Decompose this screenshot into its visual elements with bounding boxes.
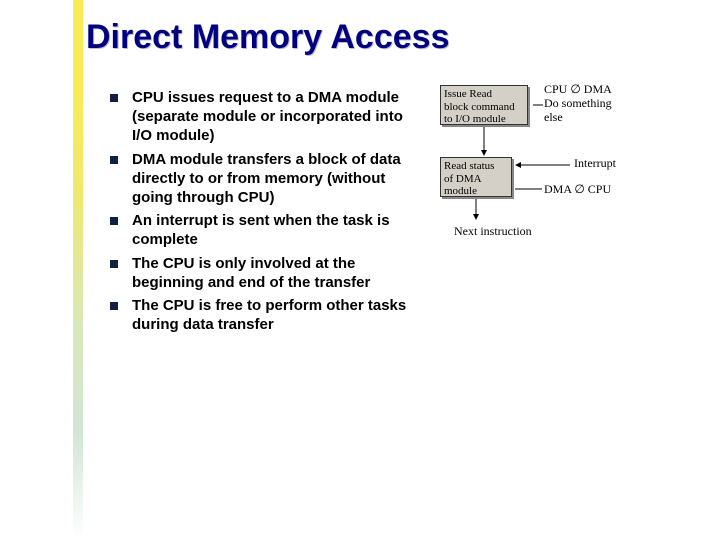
bullet-text: CPU issues request to a DMA module (sepa… — [132, 88, 410, 146]
bullet-list: CPU issues request to a DMA module (sepa… — [110, 88, 410, 338]
bullet-text: An interrupt is sent when the task is co… — [132, 211, 410, 249]
bullet-icon — [110, 156, 118, 164]
flow-diagram: Issue Read block command to I/O module C… — [430, 85, 710, 285]
bullet-icon — [110, 217, 118, 225]
list-item: An interrupt is sent when the task is co… — [110, 211, 410, 249]
list-item: CPU issues request to a DMA module (sepa… — [110, 88, 410, 146]
list-item: The CPU is only involved at the beginnin… — [110, 254, 410, 292]
bullet-text: DMA module transfers a block of data dir… — [132, 150, 410, 208]
diagram-arrows — [430, 85, 710, 285]
list-item: The CPU is free to perform other tasks d… — [110, 296, 410, 334]
bullet-text: The CPU is free to perform other tasks d… — [132, 296, 410, 334]
bullet-icon — [110, 302, 118, 310]
page-title: Direct Memory Access — [86, 18, 449, 57]
bullet-icon — [110, 94, 118, 102]
bullet-text: The CPU is only involved at the beginnin… — [132, 254, 410, 292]
side-gradient — [73, 0, 83, 540]
bullet-icon — [110, 260, 118, 268]
list-item: DMA module transfers a block of data dir… — [110, 150, 410, 208]
